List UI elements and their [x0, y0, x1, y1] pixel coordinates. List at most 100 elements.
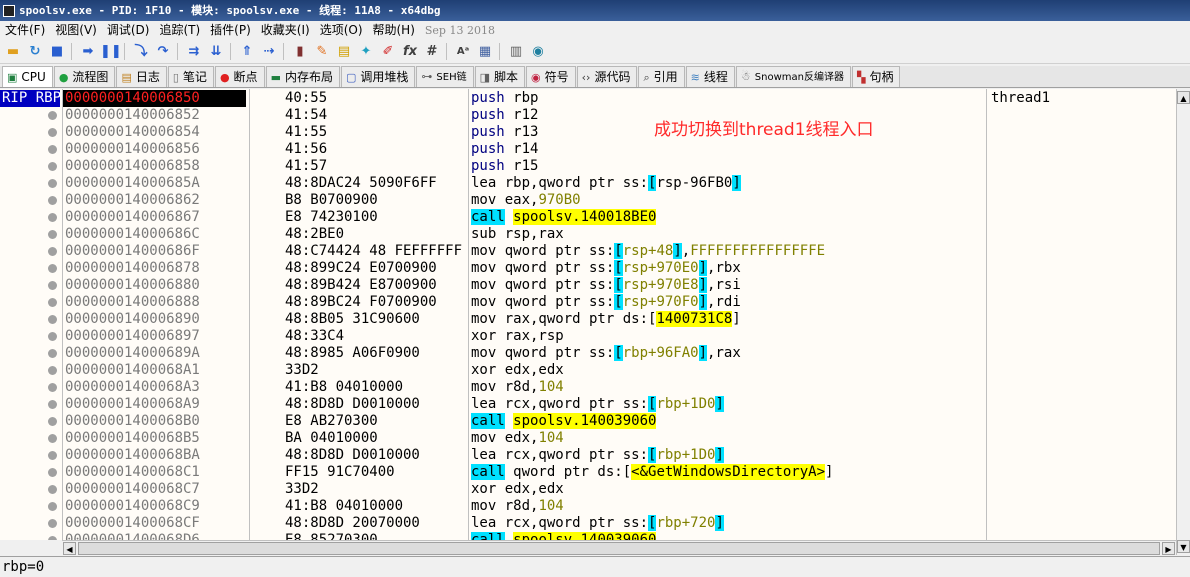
instruction-token: ]	[698, 294, 708, 310]
breakpoint-gutter[interactable]: RIP RBP	[0, 89, 62, 540]
menu-file[interactable]: 文件(F)	[0, 21, 50, 39]
trace-into-icon[interactable]: ⇉	[184, 42, 204, 62]
breakpoint-dot-icon[interactable]	[48, 383, 57, 392]
instruction-token: rsp+48	[622, 243, 674, 259]
scroll-up-icon[interactable]: ▲	[1177, 91, 1190, 104]
breakpoint-dot-icon[interactable]	[48, 196, 57, 205]
tab-threads[interactable]: ≋ 线程	[685, 66, 735, 87]
trace-over-icon[interactable]: ⇊	[206, 42, 226, 62]
breakpoint-dot-icon[interactable]	[48, 213, 57, 222]
bytes-cell: 41:55	[285, 124, 328, 140]
menu-debug[interactable]: 调试(D)	[102, 21, 155, 39]
patch-icon[interactable]: ✎	[312, 42, 332, 62]
menu-trace[interactable]: 追踪(T)	[154, 21, 205, 39]
run-icon[interactable]: ➡	[78, 42, 98, 62]
tab-source[interactable]: ‹› 源代码	[576, 66, 638, 87]
breakpoint-dot-icon[interactable]	[48, 230, 57, 239]
scroll-down-icon[interactable]: ▼	[1177, 540, 1190, 553]
breakpoint-dot-icon[interactable]	[48, 349, 57, 358]
globe-icon[interactable]: ◉	[528, 42, 548, 62]
breakpoint-dot-icon[interactable]	[48, 315, 57, 324]
bookmarks-icon[interactable]: ✐	[378, 42, 398, 62]
address-cell: 00000001400068B5	[65, 430, 200, 446]
bytes-cell: 33D2	[285, 362, 319, 378]
scroll-left-icon[interactable]: ◀	[63, 542, 76, 555]
tab-notes[interactable]: ▯ 笔记	[167, 66, 214, 87]
instruction-cell: lea rcx,qword ptr ss:[rbp+720]	[471, 515, 724, 532]
menu-view[interactable]: 视图(V)	[50, 21, 102, 39]
step-into-icon[interactable]: ⤵	[131, 42, 151, 62]
tab-label: CPU	[21, 70, 46, 84]
tab-references[interactable]: ⌕ 引用	[638, 66, 685, 87]
vertical-scrollbar[interactable]: ▲ ▼	[1176, 89, 1190, 555]
settings-icon[interactable]: ▦	[475, 42, 495, 62]
tab-breakpoints[interactable]: ● 断点	[214, 66, 265, 87]
breakpoint-dot-icon[interactable]	[48, 366, 57, 375]
menu-plugins[interactable]: 插件(P)	[205, 21, 256, 39]
hash-icon[interactable]: #	[422, 42, 442, 62]
breakpoint-dot-icon[interactable]	[48, 281, 57, 290]
step-over-icon[interactable]: ↷	[153, 42, 173, 62]
tab-log[interactable]: ▤ 日志	[116, 66, 167, 87]
tab-graph[interactable]: ● 流程图	[53, 66, 116, 87]
instruction-cell: mov eax,970B0	[471, 192, 581, 209]
breakpoint-dot-icon[interactable]	[48, 298, 57, 307]
comments-icon[interactable]: ▤	[334, 42, 354, 62]
column-divider	[62, 89, 63, 540]
breakpoint-dot-icon[interactable]	[48, 179, 57, 188]
instruction-token	[505, 413, 513, 429]
tab-script[interactable]: ◨ 脚本	[474, 66, 526, 87]
address-cell: 0000000140006850	[63, 90, 246, 107]
status-bar: rbp=0	[0, 556, 1190, 576]
breakpoint-dot-icon[interactable]	[48, 417, 57, 426]
breakpoint-dot-icon[interactable]	[48, 502, 57, 511]
tab-symbols[interactable]: ◉ 符号	[526, 66, 576, 87]
tab-snowman[interactable]: ☃ Snowman反编译器	[735, 66, 851, 87]
breakpoint-dot-icon[interactable]	[48, 162, 57, 171]
tab-label: 源代码	[594, 70, 631, 84]
tab-call-stack[interactable]: ▢ 调用堆栈	[340, 66, 416, 87]
tab-handles[interactable]: ▚ 句柄	[851, 66, 901, 87]
scylla-icon[interactable]: ▮	[290, 42, 310, 62]
bytes-cell: 41:B8 04010000	[285, 498, 404, 514]
tab-cpu[interactable]: ▣ CPU	[2, 66, 53, 87]
open-icon[interactable]: ▬	[3, 42, 23, 62]
breakpoint-dot-icon[interactable]	[48, 145, 57, 154]
restart-icon[interactable]: ↻	[25, 42, 45, 62]
address-cell: 00000001400068B0	[65, 413, 200, 429]
menu-favourites[interactable]: 收藏夹(I)	[256, 21, 315, 39]
scroll-thumb[interactable]	[78, 542, 1160, 555]
execute-till-return-icon[interactable]: ⇑	[237, 42, 257, 62]
breakpoint-dot-icon[interactable]	[48, 468, 57, 477]
breakpoint-dot-icon[interactable]	[48, 519, 57, 528]
instruction-token: mov edx,	[471, 430, 539, 446]
menu-help[interactable]: 帮助(H)	[368, 21, 420, 39]
menu-options[interactable]: 选项(O)	[315, 21, 368, 39]
instruction-token: call	[471, 464, 505, 480]
breakpoint-dot-icon[interactable]	[48, 434, 57, 443]
breakpoint-dot-icon[interactable]	[48, 332, 57, 341]
tab-memory-map[interactable]: ▬ 内存布局	[265, 66, 340, 87]
run-to-user-code-icon[interactable]: ⇢	[259, 42, 279, 62]
calculator-icon[interactable]: ▥	[506, 42, 526, 62]
scroll-right-icon[interactable]: ▶	[1162, 542, 1175, 555]
breakpoint-dot-icon[interactable]	[48, 485, 57, 494]
functions-icon[interactable]: fx	[400, 42, 420, 62]
breakpoint-dot-icon[interactable]	[48, 128, 57, 137]
labels-icon[interactable]: ✦	[356, 42, 376, 62]
instruction-token: r15	[504, 158, 539, 174]
horizontal-scrollbar[interactable]: ◀ ▶	[62, 540, 1176, 555]
breakpoint-dot-icon[interactable]	[48, 111, 57, 120]
disassembly-view[interactable]: RIP RBP 0000000140006850 40:55 push rbp 000…	[0, 89, 1176, 540]
font-icon[interactable]: Aᵃ	[453, 42, 473, 62]
breakpoint-dot-icon[interactable]	[48, 247, 57, 256]
breakpoint-dot-icon[interactable]	[48, 264, 57, 273]
tab-seh[interactable]: ⊶ SEH链	[416, 66, 474, 87]
breakpoint-dot-icon[interactable]	[48, 451, 57, 460]
close-icon[interactable]: ■	[47, 42, 67, 62]
instruction-cell: mov rax,qword ptr ds:[1400731C8]	[471, 311, 741, 328]
breakpoint-dot-icon[interactable]	[48, 400, 57, 409]
pause-icon[interactable]: ❚❚	[100, 42, 122, 62]
instruction-token: mov qword ptr ss:	[471, 260, 615, 276]
breakpoint-dot-icon[interactable]	[48, 536, 57, 540]
